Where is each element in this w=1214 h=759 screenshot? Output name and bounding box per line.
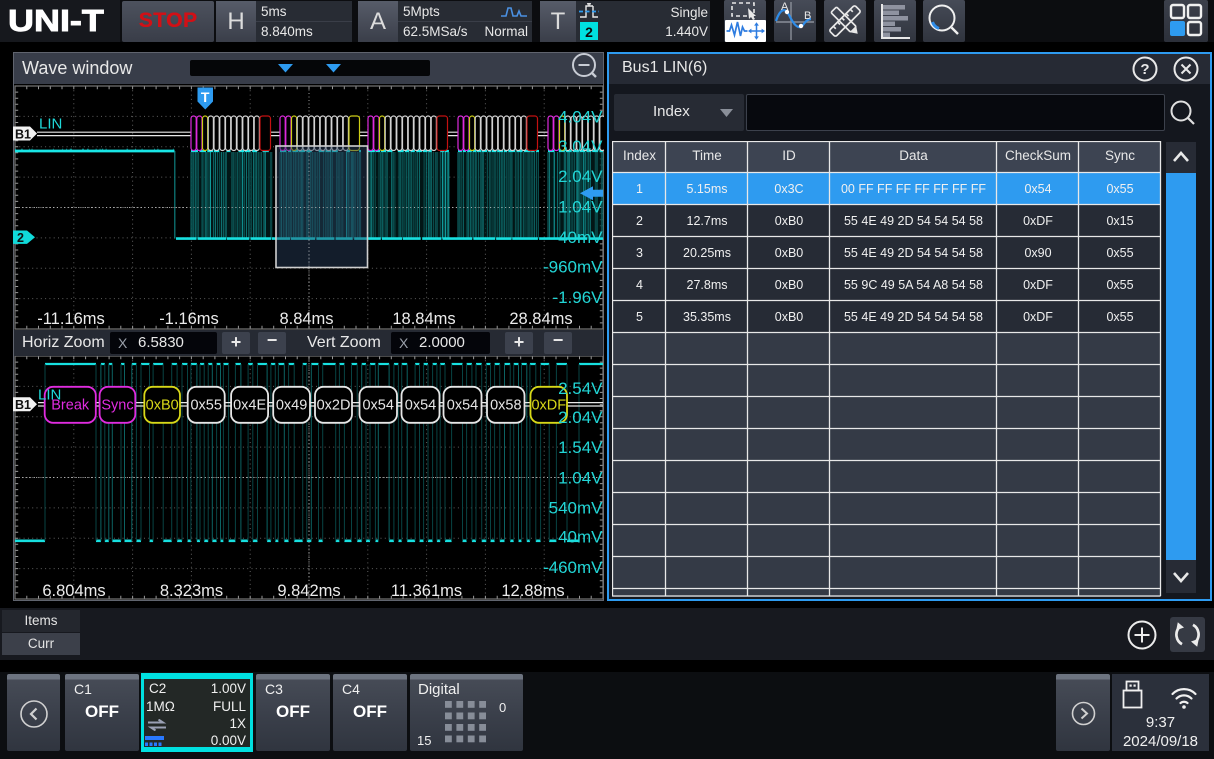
svg-text:2.54V: 2.54V	[558, 379, 603, 398]
svg-text:0x2D: 0x2D	[317, 398, 351, 414]
svg-text:40mV: 40mV	[558, 228, 603, 247]
svg-text:28.84ms: 28.84ms	[509, 310, 572, 328]
svg-text:1.04V: 1.04V	[558, 197, 603, 216]
svg-text:2.04V: 2.04V	[558, 408, 603, 427]
svg-text:4.04V: 4.04V	[558, 107, 603, 126]
svg-text:11.361ms: 11.361ms	[391, 582, 462, 600]
svg-text:1.04V: 1.04V	[558, 468, 603, 487]
svg-text:0x4E: 0x4E	[233, 398, 266, 414]
svg-text:12.88ms: 12.88ms	[501, 582, 564, 600]
svg-text:6.804ms: 6.804ms	[42, 582, 105, 600]
svg-text:-460mV: -460mV	[543, 558, 603, 577]
svg-text:B: B	[804, 10, 811, 22]
svg-text:-1.96V: -1.96V	[552, 288, 603, 307]
svg-text:A: A	[781, 1, 789, 13]
svg-text:8.84ms: 8.84ms	[279, 310, 333, 328]
svg-text:LIN: LIN	[38, 387, 61, 404]
svg-text:0x55: 0x55	[190, 398, 221, 414]
svg-text:?: ?	[1140, 61, 1149, 78]
svg-text:2.04V: 2.04V	[558, 167, 603, 186]
svg-text:8.323ms: 8.323ms	[160, 582, 223, 600]
svg-text:-960mV: -960mV	[543, 258, 603, 277]
svg-text:Sync: Sync	[101, 398, 133, 414]
svg-text:0x54: 0x54	[405, 398, 436, 414]
svg-text:540mV: 540mV	[549, 499, 604, 518]
svg-text:40mV: 40mV	[558, 528, 603, 547]
svg-text:18.84ms: 18.84ms	[392, 310, 455, 328]
svg-text:B1: B1	[15, 127, 31, 141]
svg-text:LIN: LIN	[39, 116, 62, 133]
svg-text:9.842ms: 9.842ms	[277, 582, 340, 600]
svg-text:0xB0: 0xB0	[146, 398, 179, 414]
svg-text:1.54V: 1.54V	[558, 438, 603, 457]
svg-text:B1: B1	[15, 398, 31, 412]
svg-text:0x58: 0x58	[490, 398, 521, 414]
svg-text:3.04V: 3.04V	[558, 137, 603, 156]
svg-text:-11.16ms: -11.16ms	[37, 310, 105, 328]
svg-text:0x54: 0x54	[362, 398, 393, 414]
svg-text:0x54: 0x54	[447, 398, 478, 414]
svg-text:2: 2	[17, 231, 24, 245]
svg-text:0x49: 0x49	[276, 398, 307, 414]
svg-text:T: T	[201, 89, 210, 105]
svg-text:-1.16ms: -1.16ms	[159, 310, 219, 328]
